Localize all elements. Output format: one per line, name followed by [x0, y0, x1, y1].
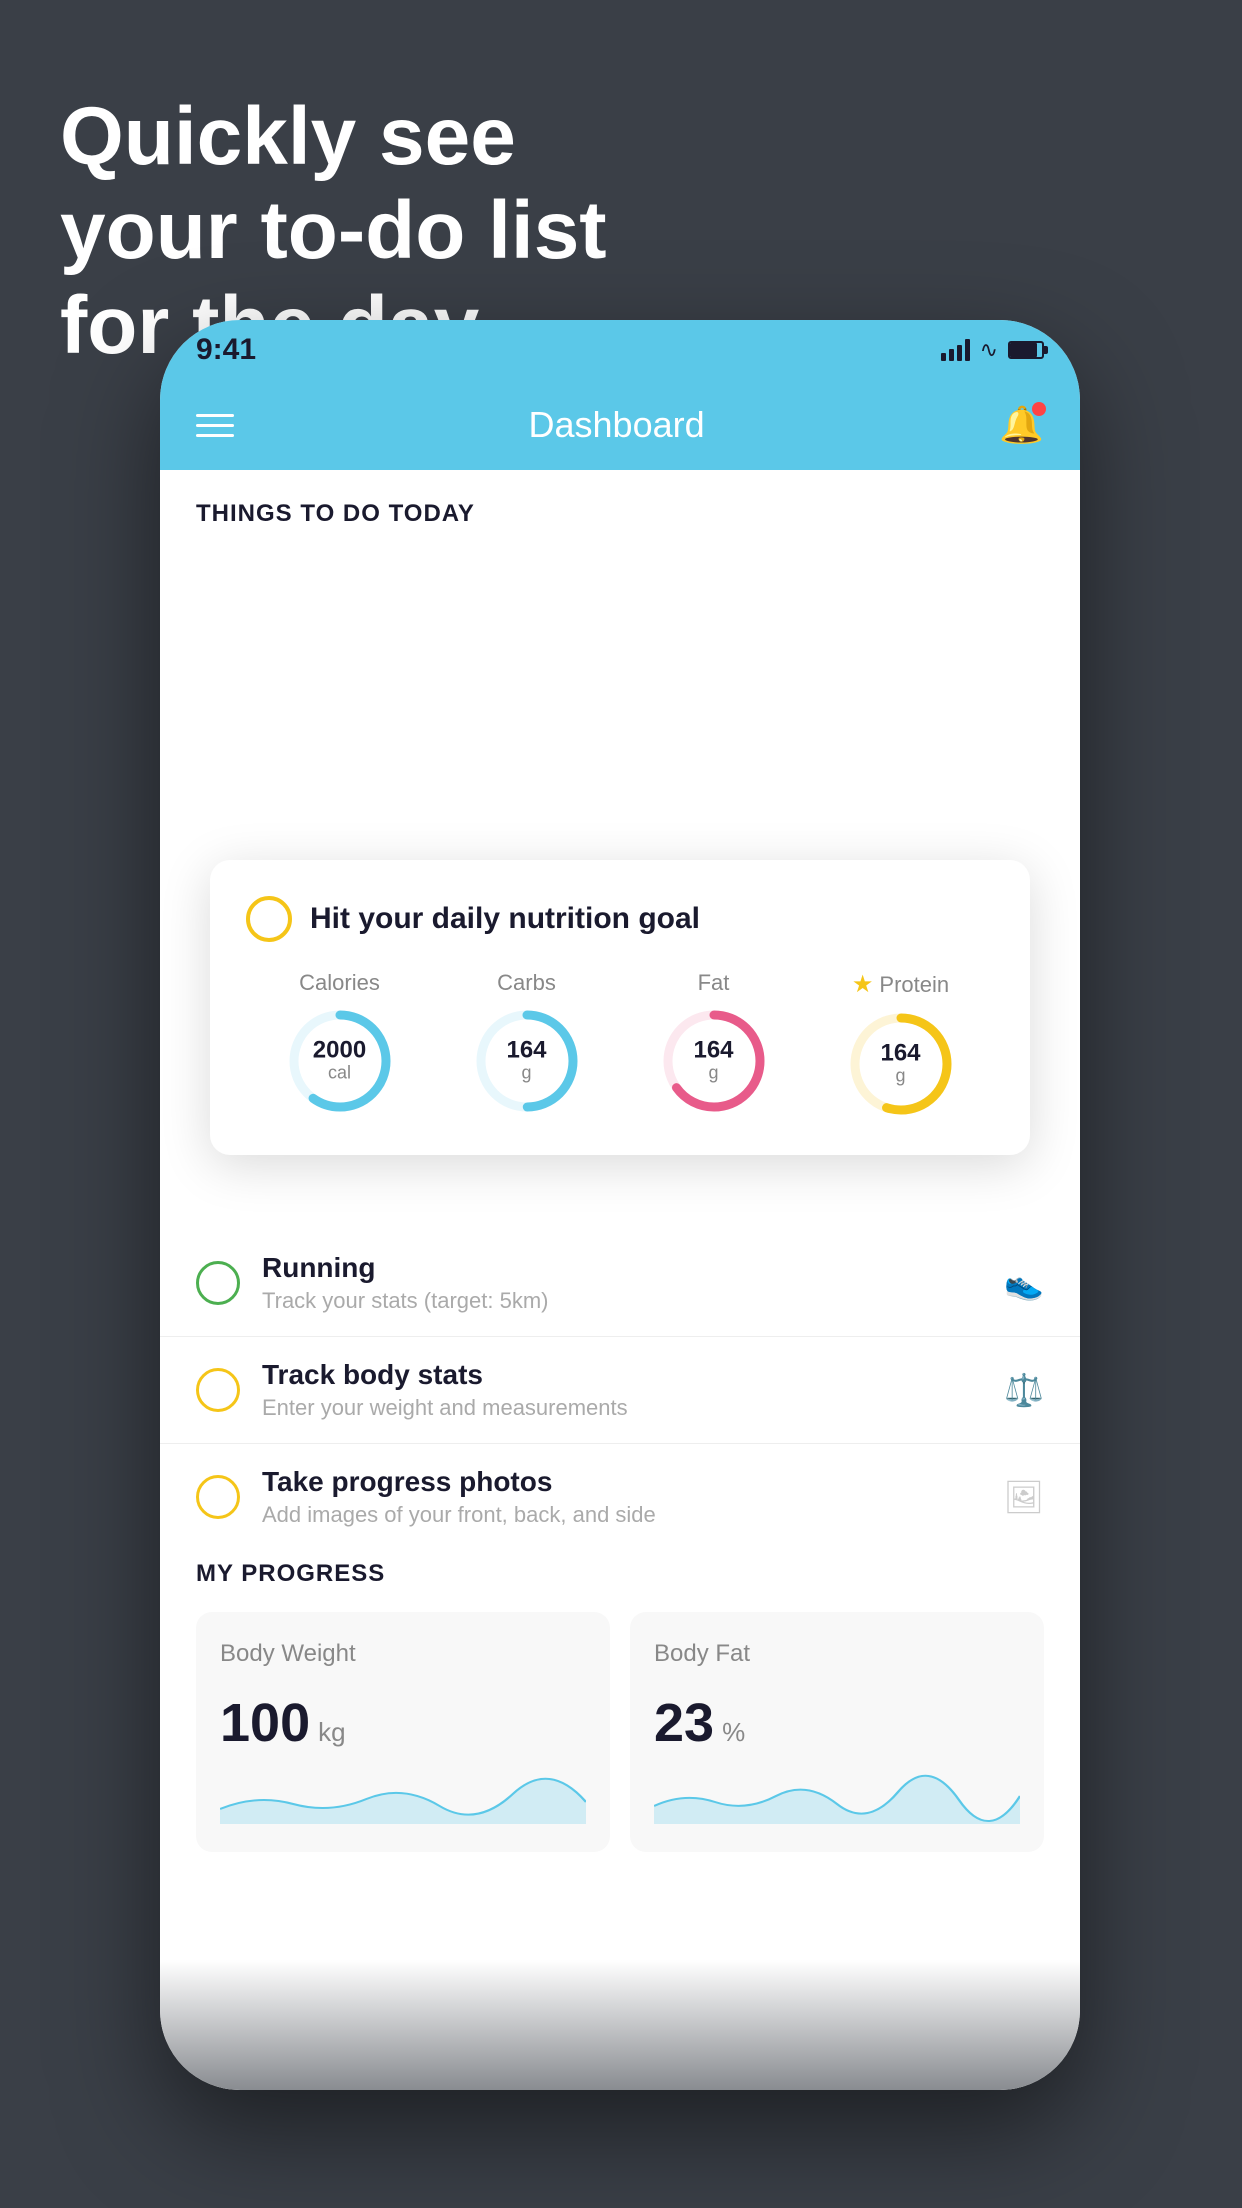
nutrition-carbs: Carbs 164 g: [472, 970, 582, 1116]
body-fat-card[interactable]: Body Fat 23 %: [630, 1612, 1044, 1852]
phone-shell: 9:41 ∿ Dashboard 🔔: [160, 320, 1080, 2090]
progress-cards: Body Weight 100 kg Body Fat: [196, 1612, 1044, 1852]
star-icon: ★: [852, 970, 874, 999]
photos-title: Take progress photos: [262, 1466, 981, 1498]
progress-title: MY PROGRESS: [196, 1560, 1044, 1588]
bottom-overlay: [160, 1960, 1080, 2090]
body-weight-unit: kg: [318, 1717, 345, 1748]
body-fat-value-row: 23 %: [654, 1692, 1020, 1754]
fat-unit: g: [708, 1063, 718, 1083]
nutrition-card-title: Hit your daily nutrition goal: [310, 902, 700, 936]
carbs-value: 164: [506, 1039, 546, 1063]
calories-value-container: 2000 cal: [313, 1039, 366, 1084]
hamburger-menu[interactable]: [196, 414, 234, 437]
status-icons: ∿: [941, 337, 1044, 363]
nutrition-card: Hit your daily nutrition goal Calories 2…: [210, 860, 1030, 1155]
battery-icon: [1008, 341, 1044, 359]
nutrition-protein: ★ Protein 164 g: [846, 970, 956, 1119]
calories-ring: 2000 cal: [285, 1006, 395, 1116]
body-weight-value: 100: [220, 1692, 310, 1754]
calories-label: Calories: [299, 970, 380, 996]
running-circle: [196, 1261, 240, 1305]
protein-unit: g: [895, 1066, 905, 1086]
app-header: Dashboard 🔔: [160, 380, 1080, 470]
photos-subtitle: Add images of your front, back, and side: [262, 1502, 981, 1528]
carbs-label: Carbs: [497, 970, 556, 996]
photos-text: Take progress photos Add images of your …: [262, 1466, 981, 1528]
nutrition-circles: Calories 2000 cal Carbs: [246, 970, 994, 1119]
body-stats-title: Track body stats: [262, 1359, 982, 1391]
protein-ring: 164 g: [846, 1009, 956, 1119]
nutrition-calories: Calories 2000 cal: [285, 970, 395, 1116]
body-weight-value-row: 100 kg: [220, 1692, 586, 1754]
body-stats-text: Track body stats Enter your weight and m…: [262, 1359, 982, 1421]
todo-body-stats[interactable]: Track body stats Enter your weight and m…: [160, 1337, 1080, 1444]
running-title: Running: [262, 1252, 982, 1284]
body-fat-unit: %: [722, 1717, 745, 1748]
running-subtitle: Track your stats (target: 5km): [262, 1288, 982, 1314]
protein-value: 164: [880, 1042, 920, 1066]
progress-section: MY PROGRESS Body Weight 100 kg: [160, 1530, 1080, 1882]
fat-value-container: 164 g: [693, 1039, 733, 1084]
body-weight-card-title: Body Weight: [220, 1640, 586, 1668]
things-section-title: THINGS TO DO TODAY: [196, 500, 1044, 528]
running-icon: 👟: [1004, 1264, 1044, 1302]
fat-value: 164: [693, 1039, 733, 1063]
fat-ring: 164 g: [659, 1006, 769, 1116]
body-stats-subtitle: Enter your weight and measurements: [262, 1395, 982, 1421]
status-bar: 9:41 ∿: [160, 320, 1080, 380]
body-weight-card[interactable]: Body Weight 100 kg: [196, 1612, 610, 1852]
signal-icon: [941, 339, 970, 361]
nutrition-fat: Fat 164 g: [659, 970, 769, 1116]
todo-running[interactable]: Running Track your stats (target: 5km) 👟: [160, 1230, 1080, 1337]
todo-list: Running Track your stats (target: 5km) 👟…: [160, 1230, 1080, 1551]
fat-label: Fat: [698, 970, 730, 996]
carbs-ring: 164 g: [472, 1006, 582, 1116]
calories-unit: cal: [328, 1063, 351, 1083]
carbs-value-container: 164 g: [506, 1039, 546, 1084]
protein-value-container: 164 g: [880, 1042, 920, 1087]
body-weight-wave: [220, 1774, 586, 1824]
protein-label-row: ★ Protein: [852, 970, 949, 999]
running-text: Running Track your stats (target: 5km): [262, 1252, 982, 1314]
body-fat-wave: [654, 1774, 1020, 1824]
wifi-icon: ∿: [980, 337, 998, 363]
nutrition-check-circle[interactable]: [246, 896, 292, 942]
notification-bell-icon[interactable]: 🔔: [999, 404, 1044, 446]
carbs-unit: g: [521, 1063, 531, 1083]
photos-icon: 🖼: [1003, 1478, 1044, 1516]
body-stats-circle: [196, 1368, 240, 1412]
photos-circle: [196, 1475, 240, 1519]
nutrition-card-header: Hit your daily nutrition goal: [246, 896, 994, 942]
app-title: Dashboard: [529, 404, 705, 446]
body-fat-card-title: Body Fat: [654, 1640, 1020, 1668]
status-time: 9:41: [196, 333, 256, 367]
protein-label: Protein: [879, 972, 949, 998]
calories-value: 2000: [313, 1039, 366, 1063]
body-fat-value: 23: [654, 1692, 714, 1754]
body-stats-icon: ⚖️: [1004, 1371, 1044, 1409]
section-header: THINGS TO DO TODAY: [160, 470, 1080, 538]
notification-dot: [1032, 402, 1046, 416]
